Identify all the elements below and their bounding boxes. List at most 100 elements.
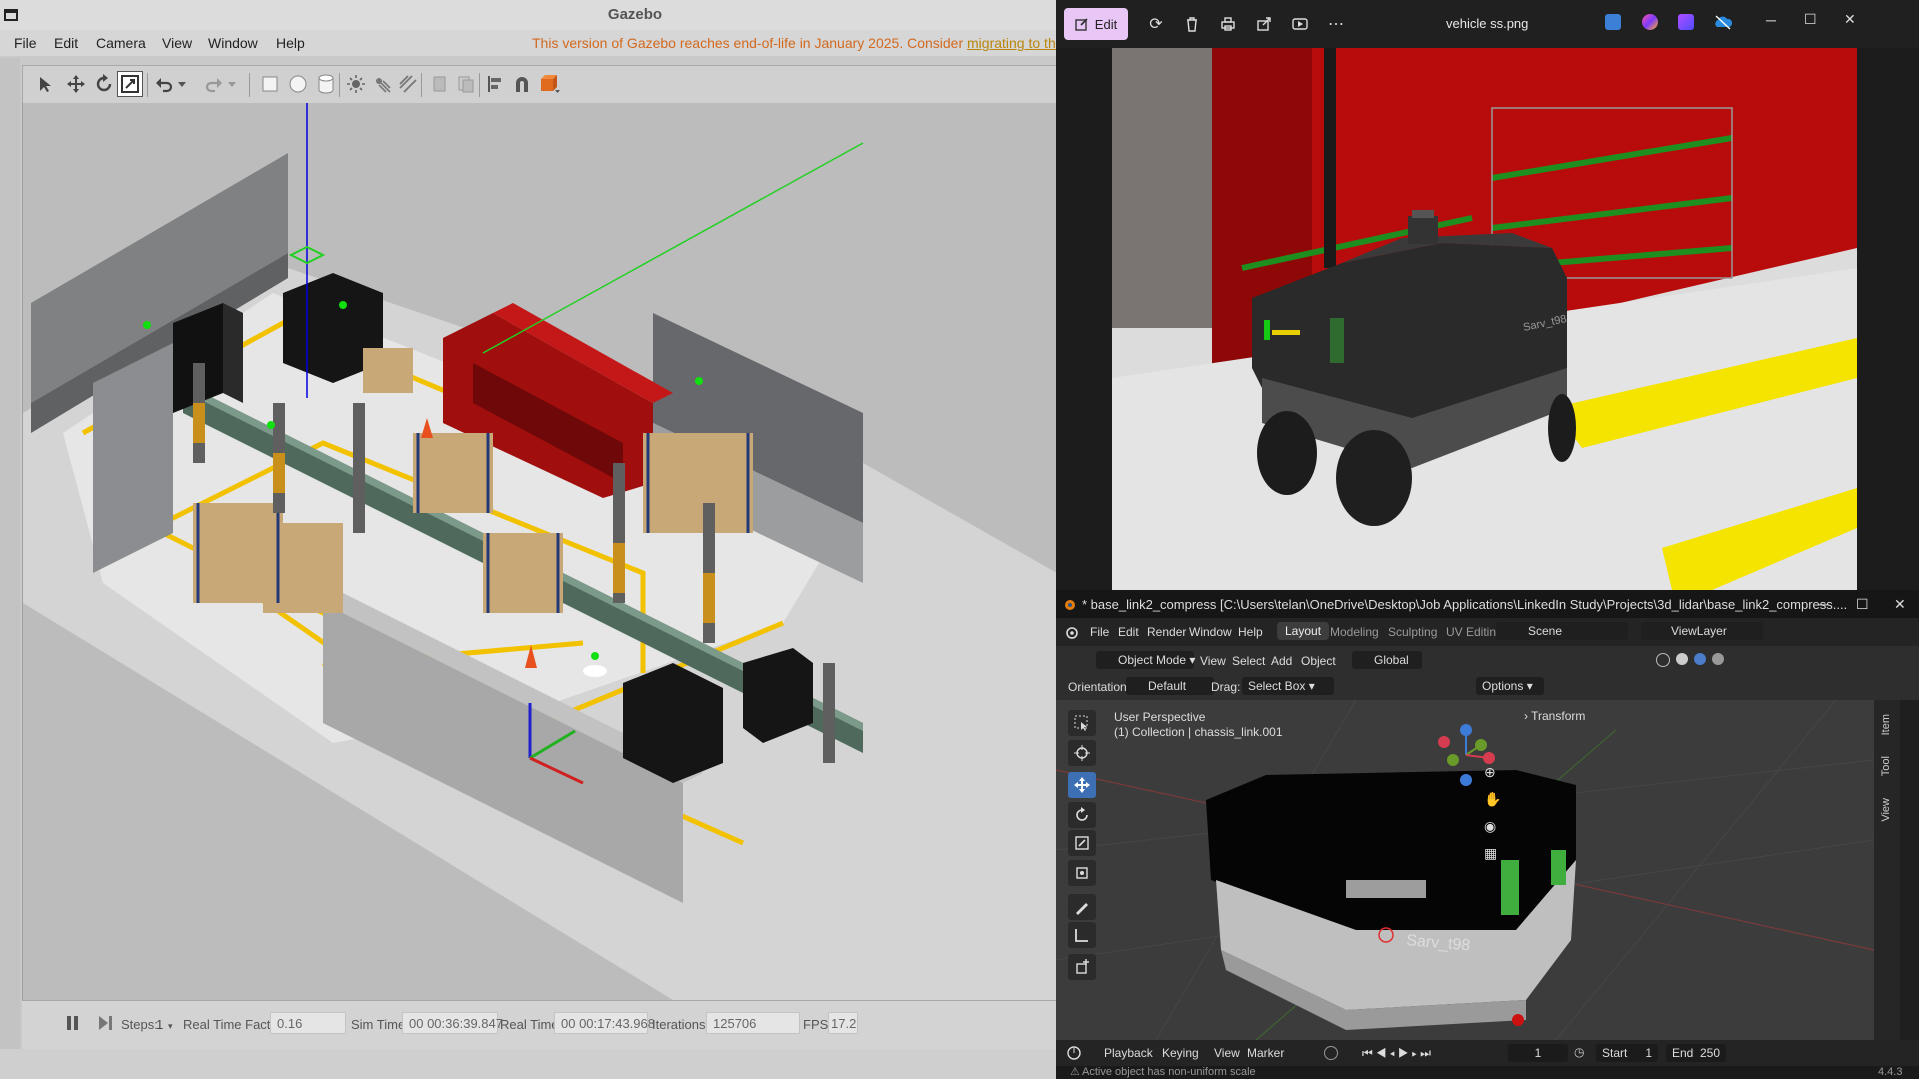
menu-help[interactable]: Help xyxy=(1238,625,1263,639)
snap-magnet-icon[interactable] xyxy=(509,71,535,97)
more-options-icon[interactable]: ⋯ xyxy=(1326,14,1346,34)
annotate-tool-icon[interactable] xyxy=(1068,894,1096,920)
menu-edit[interactable]: Edit xyxy=(1118,625,1139,639)
header-select-menu[interactable]: Select xyxy=(1232,654,1265,668)
select-box-tool-icon[interactable] xyxy=(1068,710,1096,736)
undo-dropdown-icon[interactable] xyxy=(175,71,189,97)
transform-tool-icon[interactable] xyxy=(1068,860,1096,886)
pause-icon[interactable] xyxy=(64,1014,82,1032)
directional-light-icon[interactable] xyxy=(395,71,421,97)
pan-hand-icon[interactable]: ✋ xyxy=(1484,791,1504,808)
blender-menu-icon[interactable] xyxy=(1064,625,1078,639)
workspace-layout[interactable]: Layout xyxy=(1277,622,1330,640)
clock-icon[interactable]: ◷ xyxy=(1574,1045,1588,1059)
options-dropdown[interactable]: Options ▾ xyxy=(1476,677,1544,695)
redo-dropdown-icon[interactable] xyxy=(225,71,239,97)
change-view-icon[interactable] xyxy=(537,71,563,97)
share-icon[interactable] xyxy=(1254,14,1274,34)
cursor-tool-icon[interactable] xyxy=(1068,740,1096,766)
scale-icon[interactable] xyxy=(117,71,143,97)
minimize-button[interactable]: ─ xyxy=(1818,596,1828,612)
onedrive-icon[interactable] xyxy=(1714,14,1732,30)
current-frame-field[interactable]: 1 xyxy=(1508,1044,1568,1062)
drag-dropdown[interactable]: Select Box ▾ xyxy=(1242,677,1334,695)
blender-3d-viewport[interactable]: Sarv_t98 User Perspective (1) Collection… xyxy=(1056,700,1874,1040)
menu-camera[interactable]: Camera xyxy=(96,35,146,51)
orientation-dropdown[interactable]: Default xyxy=(1126,677,1214,695)
sphere-shape-icon[interactable] xyxy=(285,71,311,97)
left-panel-collapsed[interactable] xyxy=(0,58,20,1079)
keying-menu[interactable]: Keying xyxy=(1162,1046,1199,1060)
header-object-menu[interactable]: Object xyxy=(1301,654,1336,668)
rendered-shading-icon[interactable] xyxy=(1712,653,1724,665)
undo-icon[interactable] xyxy=(151,71,177,97)
box-shape-icon[interactable] xyxy=(257,71,283,97)
maximize-button[interactable]: ☐ xyxy=(1856,596,1869,613)
material-shading-icon[interactable] xyxy=(1694,653,1706,665)
minimize-button[interactable]: ─ xyxy=(1766,12,1776,28)
align-icon[interactable] xyxy=(483,71,509,97)
close-button[interactable]: ✕ xyxy=(1844,11,1856,28)
zoom-icon[interactable]: ⊕ xyxy=(1484,764,1504,781)
view-layer-selector[interactable]: ViewLayer xyxy=(1641,622,1763,640)
rotate-tool-icon[interactable] xyxy=(1068,802,1096,828)
timeline-view-menu[interactable]: View xyxy=(1214,1046,1240,1060)
menu-file[interactable]: File xyxy=(1090,625,1109,639)
paste-icon[interactable] xyxy=(453,71,479,97)
step-icon[interactable] xyxy=(96,1014,114,1032)
menu-render[interactable]: Render xyxy=(1147,625,1186,639)
slideshow-icon[interactable] xyxy=(1290,14,1310,34)
app-icon-1[interactable] xyxy=(1605,14,1621,30)
copy-icon[interactable] xyxy=(427,71,453,97)
gazebo-3d-viewport[interactable] xyxy=(22,103,1057,1000)
editor-type-icon[interactable] xyxy=(1066,1045,1082,1061)
rotate-image-icon[interactable]: ⟳ xyxy=(1146,14,1166,34)
record-keyframe-icon[interactable] xyxy=(1324,1046,1338,1060)
playback-menu[interactable]: Playback xyxy=(1104,1046,1153,1060)
tab-view[interactable]: View xyxy=(1880,798,1892,822)
select-arrow-icon[interactable] xyxy=(33,71,59,97)
redo-icon[interactable] xyxy=(201,71,227,97)
transform-space-dropdown[interactable]: Global xyxy=(1352,651,1422,669)
app-icon-3[interactable] xyxy=(1678,14,1694,30)
header-view-menu[interactable]: View xyxy=(1200,654,1226,668)
menu-window[interactable]: Window xyxy=(208,35,258,51)
measure-tool-icon[interactable] xyxy=(1068,922,1096,948)
spot-light-icon[interactable] xyxy=(369,71,395,97)
playback-controls[interactable]: ⏮◀◂▶▸⏭ xyxy=(1362,1046,1454,1060)
delete-icon[interactable] xyxy=(1182,14,1202,34)
maximize-button[interactable]: ☐ xyxy=(1804,11,1817,28)
scale-tool-icon[interactable] xyxy=(1068,830,1096,856)
point-light-icon[interactable] xyxy=(343,71,369,97)
solid-shading-icon[interactable] xyxy=(1676,653,1688,665)
start-frame-field[interactable]: Start 1 xyxy=(1596,1044,1658,1062)
tab-item[interactable]: Item xyxy=(1880,714,1892,735)
rotate-icon[interactable] xyxy=(91,71,117,97)
move-tool-icon[interactable] xyxy=(1068,772,1096,798)
menu-file[interactable]: File xyxy=(14,35,37,51)
shading-buttons[interactable] xyxy=(1656,653,1736,669)
wireframe-shading-icon[interactable] xyxy=(1656,653,1670,667)
print-icon[interactable] xyxy=(1218,14,1238,34)
translate-icon[interactable] xyxy=(63,71,89,97)
menu-edit[interactable]: Edit xyxy=(54,35,78,51)
tab-tool[interactable]: Tool xyxy=(1880,756,1892,776)
steps-dropdown-icon[interactable]: ▾ xyxy=(168,1021,173,1032)
steps-value[interactable]: 1 xyxy=(156,1017,163,1032)
marker-menu[interactable]: Marker xyxy=(1247,1046,1284,1060)
transform-panel-toggle[interactable]: › Transform xyxy=(1524,709,1585,723)
edit-button[interactable]: Edit xyxy=(1064,8,1128,40)
app-icon-2[interactable] xyxy=(1642,14,1658,30)
add-cube-tool-icon[interactable] xyxy=(1068,954,1096,980)
cylinder-shape-icon[interactable] xyxy=(313,71,339,97)
camera-view-icon[interactable]: ◉ xyxy=(1484,818,1504,835)
end-frame-field[interactable]: End 250 xyxy=(1666,1044,1726,1062)
perspective-grid-icon[interactable]: ▦ xyxy=(1484,845,1504,862)
scene-selector[interactable]: Scene xyxy=(1496,622,1628,640)
menu-help[interactable]: Help xyxy=(276,35,305,51)
close-button[interactable]: ✕ xyxy=(1894,596,1906,613)
workspace-uv-editing[interactable]: UV Editin xyxy=(1446,625,1496,639)
workspace-modeling[interactable]: Modeling xyxy=(1330,625,1379,639)
menu-view[interactable]: View xyxy=(162,35,192,51)
header-add-menu[interactable]: Add xyxy=(1271,654,1292,668)
